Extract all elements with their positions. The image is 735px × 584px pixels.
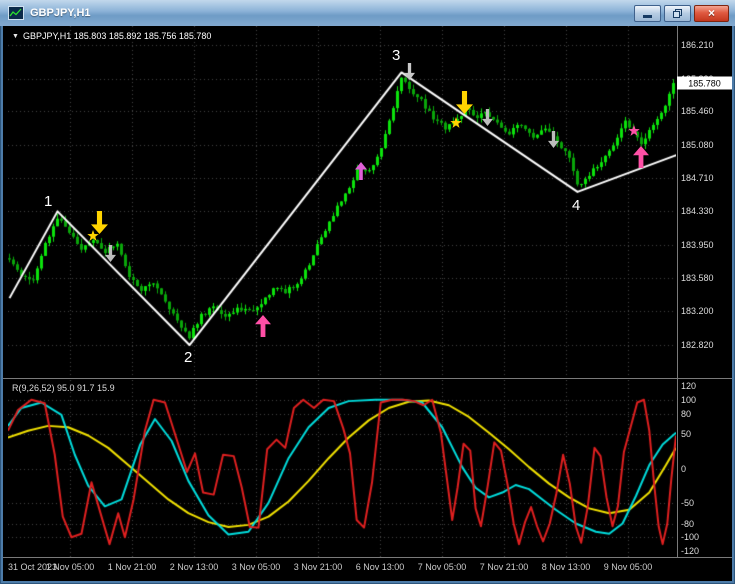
time-axis-label: 7 Nov 21:00 bbox=[480, 562, 529, 572]
buy-signal-arrow-icon bbox=[633, 146, 649, 168]
star-signal-icon bbox=[450, 117, 462, 129]
indicator-panel[interactable]: R(9,26,52) 95.0 91.7 15.9 bbox=[8, 380, 676, 557]
window-title: GBPJPY,H1 bbox=[30, 7, 634, 19]
restore-button[interactable] bbox=[664, 5, 691, 22]
indicator-axis-label: -80 bbox=[681, 519, 694, 529]
swing-label: 4 bbox=[572, 198, 580, 213]
time-axis-label: 2 Nov 13:00 bbox=[170, 562, 219, 572]
indicator-axis-label: 0 bbox=[681, 464, 686, 474]
time-axis-label: 1 Nov 21:00 bbox=[108, 562, 157, 572]
ohlc-info: ▼ GBPJPY,H1 185.803 185.892 185.756 185.… bbox=[12, 31, 211, 41]
indicator-axis: 120 100 80 50 0 -50 -80 -100 -120 bbox=[679, 26, 732, 581]
swing-label: 2 bbox=[184, 350, 192, 365]
time-axis-label: 3 Nov 05:00 bbox=[232, 562, 281, 572]
time-axis-label: 3 Nov 21:00 bbox=[294, 562, 343, 572]
minimize-icon bbox=[643, 15, 652, 18]
indicator-canvas[interactable] bbox=[8, 380, 676, 557]
ohlc-text: GBPJPY,H1 185.803 185.892 185.756 185.78… bbox=[23, 31, 212, 41]
indicator-axis-label: -100 bbox=[681, 532, 699, 542]
swing-label: 1 bbox=[44, 194, 52, 209]
exit-signal-arrow-icon bbox=[482, 109, 493, 126]
indicator-axis-label: 80 bbox=[681, 409, 691, 419]
time-axis-label: 1 Nov 05:00 bbox=[46, 562, 95, 572]
collapse-icon[interactable]: ▼ bbox=[12, 33, 19, 40]
star-signal-icon bbox=[87, 230, 99, 242]
time-axis-separator bbox=[3, 557, 732, 558]
exit-signal-arrow-icon bbox=[548, 131, 559, 148]
indicator-axis-label: -50 bbox=[681, 498, 694, 508]
panel-separator[interactable] bbox=[3, 378, 732, 379]
chart-client-area: 1 2 3 4 ▼ GBPJPY,H1 185.803 185.892 185.756… bbox=[3, 26, 732, 581]
main-chart-area[interactable]: 1 2 3 4 ▼ GBPJPY,H1 185.803 185.892 185.756… bbox=[8, 26, 676, 378]
axis-separator bbox=[677, 26, 678, 557]
close-button[interactable]: × bbox=[694, 5, 729, 22]
indicator-axis-label: -120 bbox=[681, 546, 699, 556]
time-axis-label: 8 Nov 13:00 bbox=[542, 562, 591, 572]
window-controls: × bbox=[634, 5, 729, 22]
minimize-button[interactable] bbox=[634, 5, 661, 22]
exit-signal-arrow-icon bbox=[105, 245, 116, 262]
close-icon: × bbox=[708, 7, 715, 20]
indicator-axis-label: 100 bbox=[681, 395, 696, 405]
window-titlebar[interactable]: GBPJPY,H1 × bbox=[0, 0, 735, 26]
indicator-axis-label: 120 bbox=[681, 381, 696, 391]
time-axis-label: 9 Nov 05:00 bbox=[604, 562, 653, 572]
indicator-label: R(9,26,52) 95.0 91.7 15.9 bbox=[12, 383, 115, 393]
time-axis[interactable]: 31 Oct 20231 Nov 05:001 Nov 21:002 Nov 1… bbox=[8, 559, 676, 581]
buy-signal-arrow-icon bbox=[255, 315, 271, 337]
time-axis-label: 7 Nov 05:00 bbox=[418, 562, 467, 572]
chart-window-icon bbox=[8, 6, 24, 20]
chart-window: GBPJPY,H1 × 1 2 3 4 ▼ GBPJPY,H1 185.803 185… bbox=[0, 0, 735, 584]
swing-label: 3 bbox=[392, 48, 400, 63]
buy-signal-arrow-icon bbox=[355, 162, 367, 180]
star-signal-icon bbox=[628, 125, 640, 137]
sell-signal-arrow-icon bbox=[456, 91, 473, 114]
indicator-axis-label: 50 bbox=[681, 429, 691, 439]
time-axis-label: 6 Nov 13:00 bbox=[356, 562, 405, 572]
restore-icon bbox=[673, 9, 682, 18]
exit-signal-arrow-icon bbox=[404, 63, 415, 80]
current-price-badge: 185.780 bbox=[677, 77, 732, 90]
